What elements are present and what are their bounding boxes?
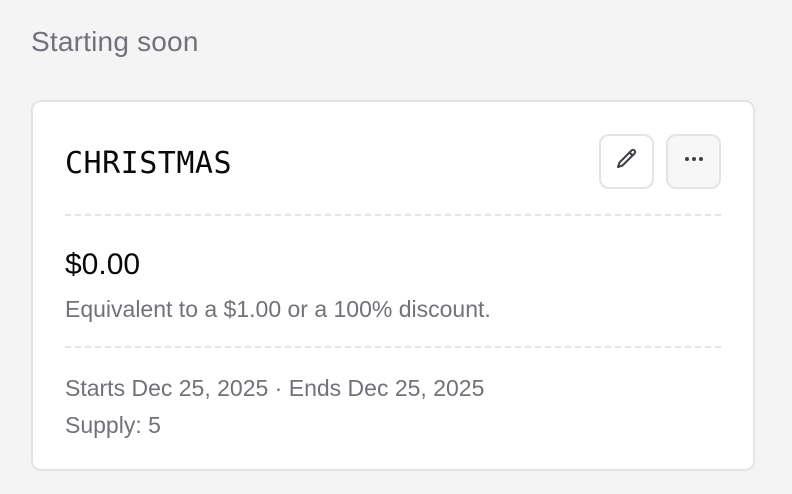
- discount-card: CHRISTMAS $0.00 Equivalent to a $1.00 or…: [31, 100, 755, 471]
- ellipsis-icon: [682, 147, 706, 176]
- divider: [65, 214, 721, 216]
- divider: [65, 346, 721, 348]
- edit-button[interactable]: [599, 134, 654, 189]
- more-options-button[interactable]: [666, 134, 721, 189]
- discount-price: $0.00: [65, 248, 141, 281]
- section-title: Starting soon: [31, 26, 199, 57]
- equivalent-text: Equivalent to a $1.00 or a 100% discount…: [65, 296, 491, 322]
- pencil-icon: [615, 147, 639, 176]
- card-actions: [599, 134, 721, 189]
- dates-text: Starts Dec 25, 2025 · Ends Dec 25, 2025: [65, 375, 485, 401]
- supply-text: Supply: 5: [65, 412, 161, 438]
- discount-code: CHRISTMAS: [65, 146, 233, 181]
